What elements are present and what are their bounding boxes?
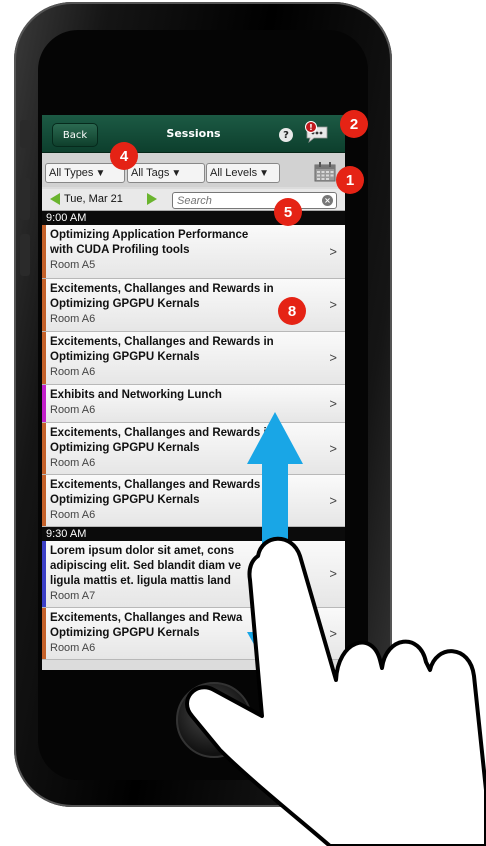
search-box[interactable]: × [172,192,337,209]
clear-search-icon[interactable]: × [322,195,333,206]
type-filter-dropdown[interactable]: All Types ▼ [45,163,125,183]
level-filter-label: All Levels [210,167,258,179]
session-title: Optimizing GPGPU Kernals [50,494,200,506]
notification-badge: ! [305,121,317,133]
callout-badge-5: 5 [274,198,302,226]
session-title: Optimizing GPGPU Kernals [50,442,200,454]
volume-down-button [20,234,30,276]
help-icon[interactable]: ? [279,128,293,142]
previous-day-arrow-icon[interactable] [50,193,60,205]
session-title: Excitements, Challanges and Rewards in [50,336,274,348]
session-room: Room A6 [50,457,96,469]
callout-badge-2: 2 [340,110,368,138]
session-row[interactable]: Exhibits and Networking Lunch Room A6 > [42,385,345,423]
track-color-bar [42,475,46,526]
chevron-right-icon: > [329,297,337,312]
session-room: Room A6 [50,366,96,378]
chevron-right-icon: > [329,625,337,641]
session-row[interactable]: Lorem ipsum dolor sit amet, cons adipisc… [42,541,345,608]
session-title: Optimizing GPGPU Kernals [50,627,200,639]
track-color-bar [42,423,46,474]
callout-badge-4: 4 [110,142,138,170]
tag-filter-dropdown[interactable]: All Tags ▼ [127,163,205,183]
track-color-bar [42,385,46,422]
home-square-icon [202,708,228,734]
session-row[interactable]: Optimizing Application Performance with … [42,225,345,279]
session-title: with CUDA Profiling tools [50,244,190,256]
volume-up-button [20,178,30,220]
caret-down-icon: ▼ [259,167,269,179]
track-color-bar [42,225,46,278]
mute-switch [20,120,30,148]
session-row[interactable]: Excitements, Challanges and Rewa Optimiz… [42,608,345,660]
session-title: Exhibits and Networking Lunch [50,389,222,401]
track-color-bar [42,541,46,607]
chevron-right-icon: > [329,243,337,259]
callout-badge-1: 1 [336,166,364,194]
chevron-right-icon: > [329,566,337,581]
type-filter-label: All Types [49,167,94,179]
session-room: Room A6 [50,509,96,521]
session-row[interactable]: Excitements, Challanges and Rewards in O… [42,423,345,475]
session-row[interactable]: Excitements, Challanges and Rewards in O… [42,332,345,385]
home-button[interactable] [176,682,252,758]
session-title: Optimizing GPGPU Kernals [50,351,200,363]
session-title: ligula mattis et. ligula mattis land [50,575,231,587]
next-day-arrow-icon[interactable] [147,193,157,205]
filter-bar: All Types ▼ All Tags ▼ All Levels ▼ [42,153,345,187]
tag-filter-label: All Tags [131,167,170,179]
current-date: Tue, Mar 21 [64,193,123,205]
session-list[interactable]: 9:00 AM Optimizing Application Performan… [42,211,345,660]
time-header: 9:30 AM [42,527,345,541]
caret-down-icon: ▼ [171,167,182,179]
callout-badge-8: 8 [278,297,306,325]
calendar-icon[interactable] [314,162,336,182]
chevron-right-icon: > [329,492,337,508]
session-title: Optimizing Application Performance [50,229,249,241]
level-filter-dropdown[interactable]: All Levels ▼ [206,163,280,183]
session-room: Room A7 [50,590,96,602]
session-room: Room A6 [50,404,96,416]
chevron-right-icon: > [329,440,337,456]
track-color-bar [42,608,46,659]
session-title: adipiscing elit. Sed blandit diam ve [50,560,242,572]
session-title: Excitements, Challanges and Rewa [50,612,243,624]
app-screen: Back Sessions ? ! All Types ▼ All Tags ▼… [42,115,345,670]
chevron-right-icon: > [329,350,337,365]
track-color-bar [42,332,46,384]
session-title: Lorem ipsum dolor sit amet, cons [50,545,235,557]
caret-down-icon: ▼ [95,167,106,179]
session-row[interactable]: Excitements, Challanges and Rewards in O… [42,475,345,527]
session-room: Room A6 [50,642,96,654]
session-title: Excitements, Challanges and Rewards in [50,479,274,491]
session-title: Excitements, Challanges and Rewards in [50,283,274,295]
track-color-bar [42,279,46,331]
page-title: Sessions [166,127,221,140]
session-title: Excitements, Challanges and Rewards in [50,427,274,439]
session-room: Room A5 [50,259,96,271]
chevron-right-icon: > [329,395,337,411]
navigation-bar: Back Sessions ? ! [42,115,345,153]
